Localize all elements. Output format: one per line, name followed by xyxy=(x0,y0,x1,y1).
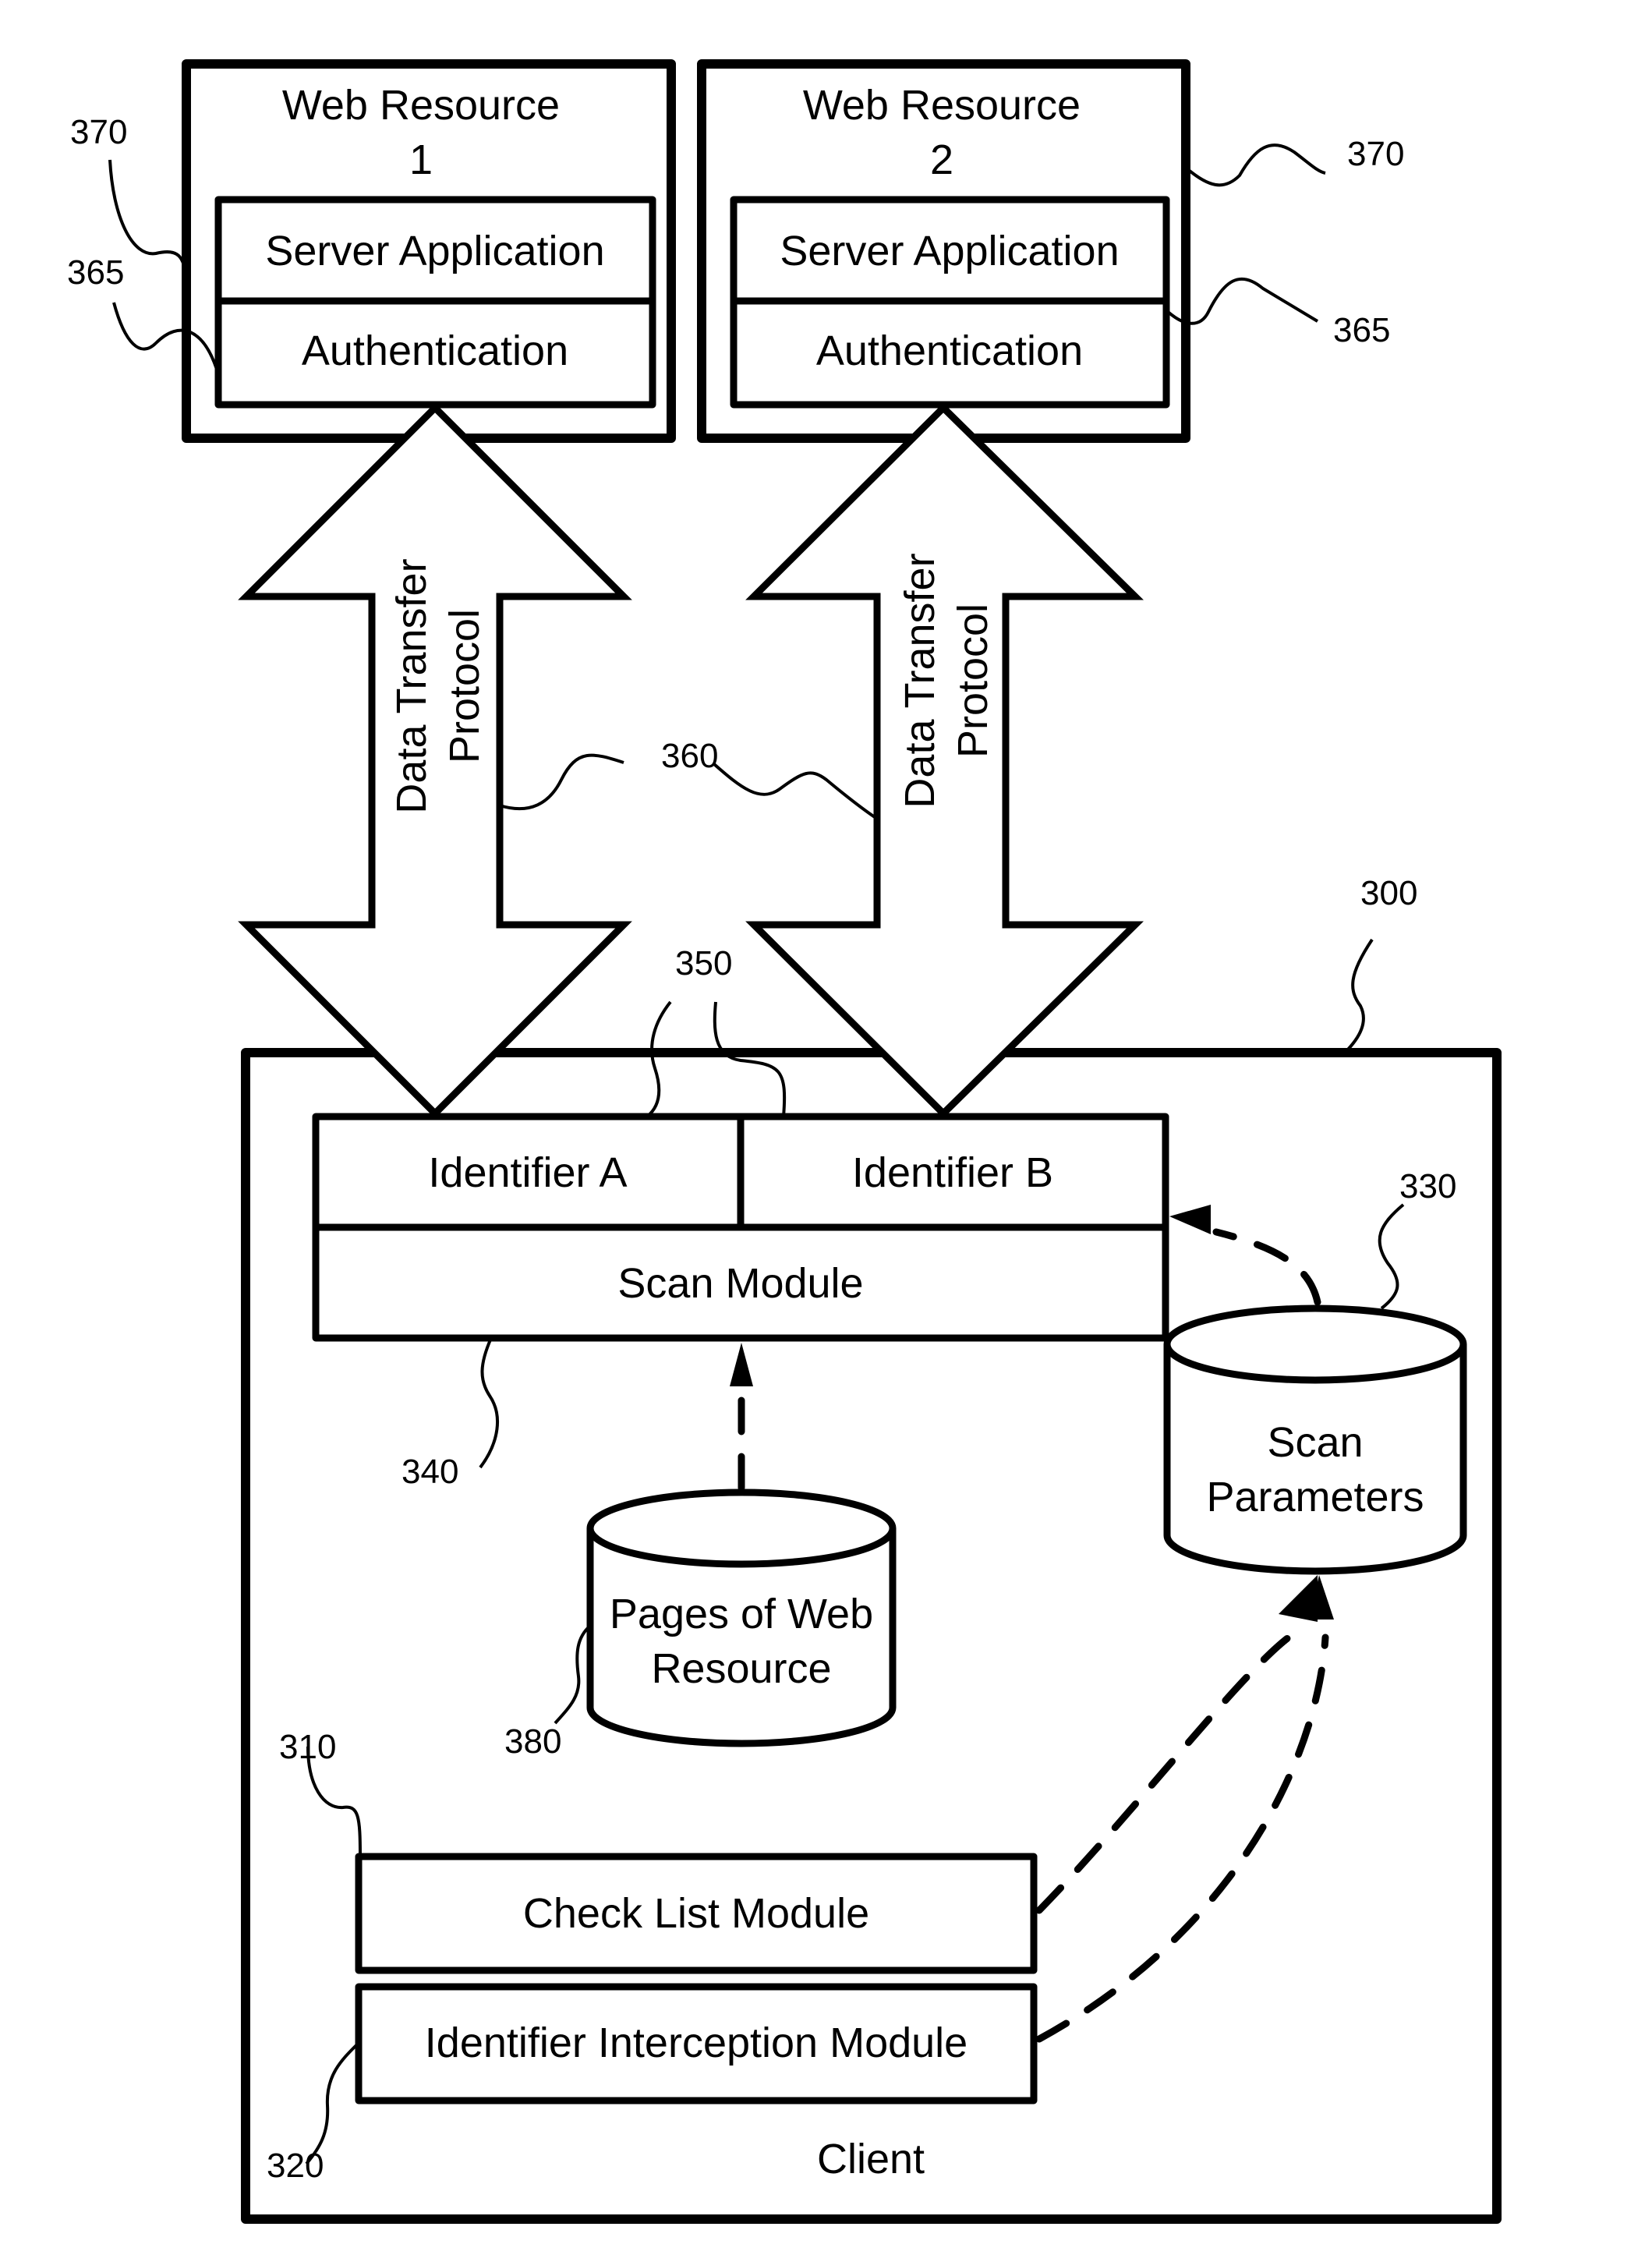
pages-label-line1: Pages of Web xyxy=(610,1591,873,1637)
arrow-1-label-line1: Data Transfer xyxy=(388,558,435,813)
identifier-b-label: Identifier B xyxy=(852,1149,1053,1196)
authentication-2-label: Authentication xyxy=(816,327,1083,374)
ref-340: 340 xyxy=(402,1453,458,1491)
web-resource-2: Web Resource 2 Server Application Authen… xyxy=(697,59,1190,443)
scan-parameters-db: Scan Parameters xyxy=(1163,1304,1467,1575)
ref-320: 320 xyxy=(267,2147,324,2185)
server-application-2-label: Server Application xyxy=(780,228,1119,274)
ref-370-left: 370 xyxy=(70,113,127,151)
pages-label-line2: Resource xyxy=(651,1645,831,1692)
arrow-2-label-line1: Data Transfer xyxy=(897,553,943,808)
authentication-1-label: Authentication xyxy=(302,327,568,374)
identifier-a-label: Identifier A xyxy=(428,1149,627,1196)
ref-380: 380 xyxy=(504,1722,561,1761)
data-transfer-arrow-2 xyxy=(745,402,1144,1119)
leader-300 xyxy=(1343,938,1374,1054)
ref-310: 310 xyxy=(279,1728,336,1766)
scan-module-label: Scan Module xyxy=(617,1260,863,1307)
diagram-canvas: Web Resource 1 Server Application Authen… xyxy=(67,59,1502,2224)
ref-365-left: 365 xyxy=(67,253,124,292)
pages-top xyxy=(586,1489,897,1568)
leader-360-left xyxy=(499,753,624,811)
scan-parameters-label-line2: Parameters xyxy=(1206,1474,1424,1520)
ref-300: 300 xyxy=(1360,874,1417,912)
ref-370-right: 370 xyxy=(1347,135,1404,173)
scan-parameters-top xyxy=(1163,1304,1467,1384)
web-resource-1-title: Web Resource xyxy=(282,82,560,129)
ref-360: 360 xyxy=(661,737,718,775)
data-transfer-arrow-1 xyxy=(238,402,632,1119)
web-resource-2-number: 2 xyxy=(930,136,953,183)
client-label: Client xyxy=(817,2136,925,2182)
web-resource-2-title: Web Resource xyxy=(803,82,1081,129)
scan-parameters-label-line1: Scan xyxy=(1267,1419,1363,1466)
pages-db: Pages of Web Resource xyxy=(586,1489,897,1747)
check-list-module-label: Check List Module xyxy=(523,1890,869,1937)
leader-370-right xyxy=(1184,143,1326,187)
ref-350: 350 xyxy=(675,944,732,982)
ref-330: 330 xyxy=(1399,1167,1456,1205)
arrow-1-label-line2: Protocol xyxy=(441,609,488,763)
server-application-1-label: Server Application xyxy=(265,228,604,274)
web-resource-1: Web Resource 1 Server Application Authen… xyxy=(182,59,676,443)
arrow-2-label-line2: Protocol xyxy=(950,604,996,758)
ref-365-right: 365 xyxy=(1333,311,1390,349)
identifier-interception-module-label: Identifier Interception Module xyxy=(425,2020,967,2066)
web-resource-1-number: 1 xyxy=(409,136,433,183)
leader-360-right xyxy=(713,763,879,820)
